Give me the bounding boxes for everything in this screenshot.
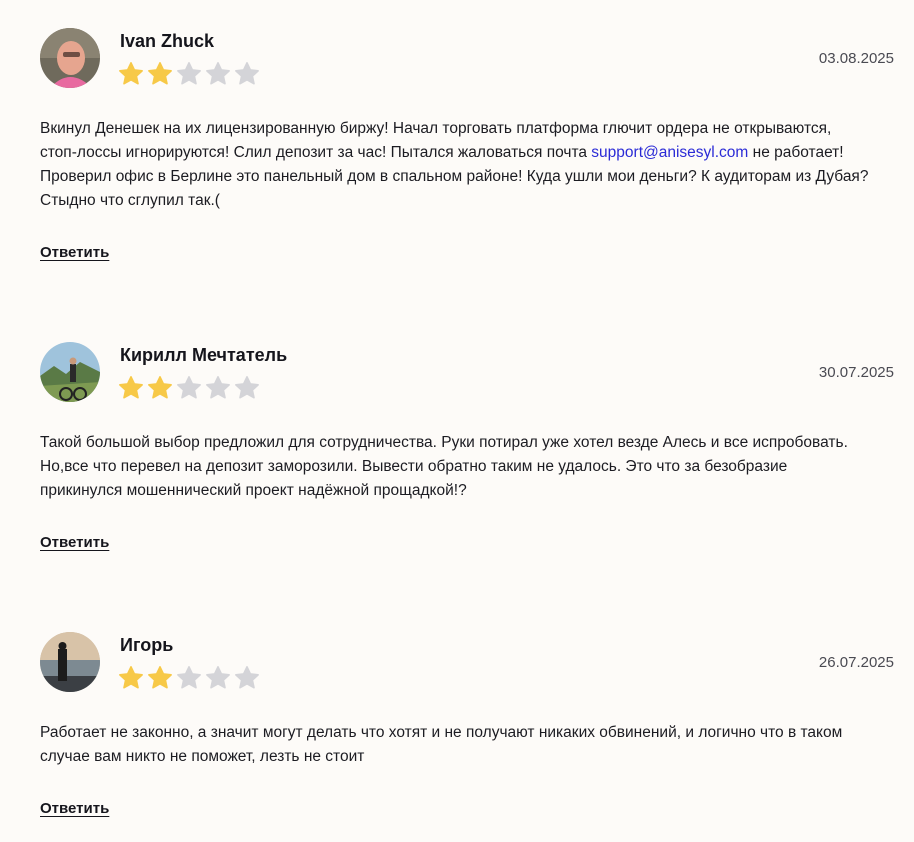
star-filled-icon: [148, 376, 172, 399]
star-empty-icon: [177, 62, 201, 85]
review-date: 26.07.2025: [818, 654, 894, 671]
reply-button[interactable]: Ответить: [40, 800, 109, 817]
star-empty-icon: [235, 62, 259, 85]
reviewer-name: Ivan Zhuck: [120, 31, 215, 51]
reply-button[interactable]: Ответить: [40, 534, 109, 551]
star-filled-icon: [148, 666, 172, 689]
review-date: 30.07.2025: [818, 364, 894, 381]
star-filled-icon: [119, 376, 143, 399]
avatar: [40, 28, 100, 88]
star-rating: [118, 61, 260, 87]
star-filled-icon: [119, 666, 143, 689]
reply-button[interactable]: Ответить: [40, 244, 109, 261]
reviewer-name: Игорь: [120, 635, 174, 655]
star-filled-icon: [148, 62, 172, 85]
star-rating: [118, 665, 260, 691]
reviewer-name: Кирилл Мечтатель: [120, 345, 288, 365]
star-empty-icon: [235, 376, 259, 399]
avatar: [40, 342, 100, 402]
star-empty-icon: [206, 62, 230, 85]
star-empty-icon: [206, 376, 230, 399]
star-empty-icon: [235, 666, 259, 689]
review-card: Игорь 26.07.2025 Работает не законно, а …: [0, 632, 914, 824]
review-text: Вкинул Денешек на их лицензированную бир…: [40, 120, 869, 209]
star-empty-icon: [206, 666, 230, 689]
email-link[interactable]: support@anisesyl.com: [591, 144, 748, 161]
avatar: [40, 632, 100, 692]
review-card: Кирилл Мечтатель 30.07.2025 Такой большо…: [0, 342, 914, 558]
star-empty-icon: [177, 666, 201, 689]
review-date: 03.08.2025: [818, 50, 894, 67]
star-rating: [118, 375, 260, 401]
review-text: Работает не законно, а значит могут дела…: [40, 724, 843, 765]
review-text: Такой большой выбор предложил для сотруд…: [40, 434, 848, 499]
review-card: Ivan Zhuck 03.08.2025 Вкинул Денешек на …: [0, 28, 914, 268]
star-empty-icon: [177, 376, 201, 399]
star-filled-icon: [119, 62, 143, 85]
